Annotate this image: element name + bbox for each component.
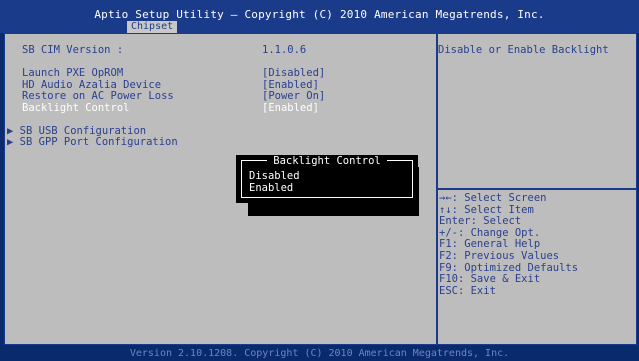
key-help-list: →←: Select Screen ↑↓: Select Item Enter:…: [439, 192, 578, 297]
key-help-item: F10: Save & Exit: [439, 273, 541, 286]
popup-option-enabled[interactable]: Enabled: [249, 182, 293, 194]
footer-bar: Version 2.10.1208. Copyright (C) 2010 Am…: [0, 345, 639, 361]
popup-title: Backlight Control: [236, 155, 418, 167]
app-title: Aptio Setup Utility – Copyright (C) 2010…: [94, 8, 545, 21]
key-help-item: F2: Previous Values: [439, 249, 560, 262]
popup-title-text: Backlight Control: [267, 155, 387, 167]
submenu-sb-gpp-port[interactable]: ▶ SB GPP Port Configuration: [7, 136, 178, 148]
backlight-control-label[interactable]: Backlight Control: [22, 102, 129, 114]
help-description: Disable or Enable Backlight: [438, 44, 609, 56]
backlight-control-popup: Backlight Control Disabled Enabled: [236, 155, 418, 203]
title-bar: Aptio Setup Utility – Copyright (C) 2010…: [0, 0, 639, 33]
restore-ac-power-value[interactable]: [Power On]: [262, 90, 325, 102]
key-help-item: →←: Select Screen: [439, 192, 547, 204]
restore-ac-power-label[interactable]: Restore on AC Power Loss: [22, 90, 174, 102]
submenu-label: SB GPP Port Configuration: [19, 136, 178, 148]
launch-pxe-oprom-value[interactable]: [Disabled]: [262, 67, 325, 79]
footer-text: Version 2.10.1208. Copyright (C) 2010 Am…: [129, 348, 510, 359]
launch-pxe-oprom-label[interactable]: Launch PXE OpROM: [22, 67, 123, 79]
sb-cim-version-value: 1.1.0.6: [262, 44, 307, 56]
popup-option-disabled[interactable]: Disabled: [249, 170, 300, 182]
chevron-right-icon: ▶: [7, 136, 14, 148]
backlight-control-value[interactable]: [Enabled]: [262, 102, 319, 114]
tab-chipset[interactable]: Chipset: [127, 21, 178, 33]
key-help-item: ESC: Exit: [439, 284, 496, 297]
sb-cim-version-label: SB CIM Version :: [22, 44, 124, 56]
help-divider: [438, 188, 636, 190]
